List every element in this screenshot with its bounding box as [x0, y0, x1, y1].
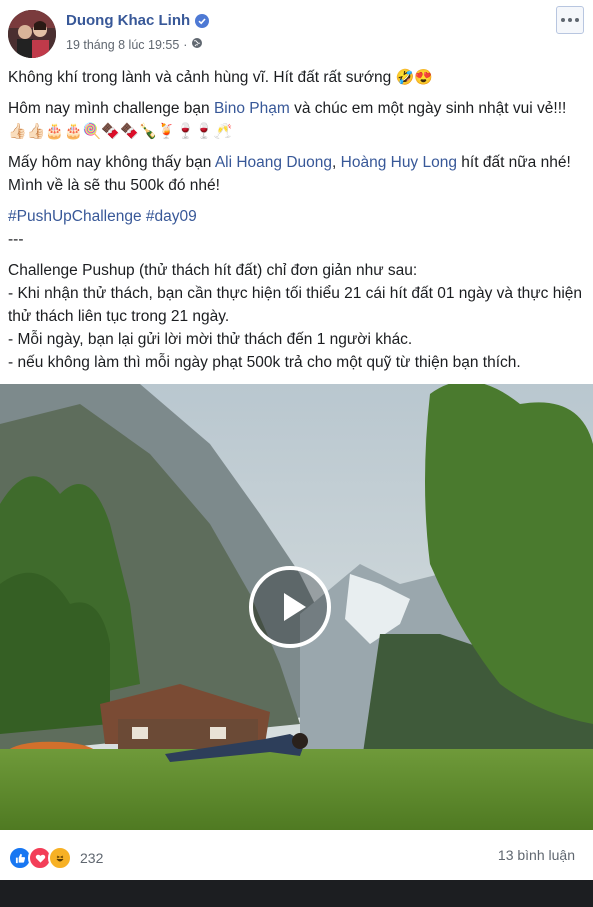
divider-line: ---: [8, 228, 583, 251]
paragraph-3-text-a: Mấy hôm nay không thấy bạn: [8, 154, 215, 171]
rules-intro: Challenge Pushup (thử thách hít đất) chỉ…: [8, 262, 418, 279]
more-options-icon: [561, 18, 579, 22]
haha-icon: [48, 846, 72, 870]
paragraph-2-text-b: và chúc em một ngày sinh nhật vui vẻ!!!: [289, 100, 567, 117]
paragraph-1-text: Không khí trong lành và cảnh hùng vĩ. Hí…: [8, 69, 392, 86]
paragraph-2-text-a: Hôm nay mình challenge bạn: [8, 100, 214, 117]
rule-1: - Khi nhận thử thách, bạn cần thực hiện …: [8, 285, 582, 325]
divider-text: ---: [8, 231, 24, 248]
author-avatar[interactable]: [8, 10, 56, 58]
reaction-count[interactable]: 232: [80, 850, 103, 866]
more-options-button[interactable]: [556, 6, 584, 34]
mention-hoang-huy-long[interactable]: Hoàng Huy Long: [341, 154, 457, 171]
avatar-image: [8, 10, 56, 58]
post-meta: 19 tháng 8 lúc 19:55 ·: [66, 37, 203, 52]
hashtag-day09[interactable]: #day09: [146, 208, 197, 225]
verified-badge-icon: [195, 13, 210, 28]
post-timestamp[interactable]: 19 tháng 8 lúc 19:55: [66, 38, 179, 52]
meta-separator: ·: [183, 37, 188, 52]
hashtags: #PushUpChallenge #day09: [8, 205, 583, 228]
paragraph-2: Hôm nay mình challenge bạn Bino Phạm và …: [8, 97, 583, 143]
author-name-label[interactable]: Duong Khac Linh: [66, 12, 190, 29]
post-text: Không khí trong lành và cảnh hùng vĩ. Hí…: [8, 66, 583, 374]
paragraph-3: Mấy hôm nay không thấy bạn Ali Hoang Duo…: [8, 151, 583, 197]
hashtag-pushupchallenge[interactable]: #PushUpChallenge: [8, 208, 142, 225]
rule-2: - Mỗi ngày, bạn lại gửi lời mời thử thác…: [8, 331, 413, 348]
post-footer: 232 13 bình luận: [0, 830, 593, 880]
laugh-love-emoji-icon: 🤣😍: [395, 69, 433, 86]
post-header: Duong Khac Linh 19 tháng 8 lúc 19:55 ·: [0, 0, 593, 58]
post-card: Duong Khac Linh 19 tháng 8 lúc 19:55 · K…: [0, 0, 593, 880]
play-icon: [284, 593, 306, 621]
mention-ali-hoang-duong[interactable]: Ali Hoang Duong: [215, 154, 332, 171]
mention-separator: ,: [332, 154, 341, 171]
author-name[interactable]: Duong Khac Linh: [66, 12, 210, 29]
globe-icon[interactable]: [191, 37, 203, 52]
paragraph-1: Không khí trong lành và cảnh hùng vĩ. Hí…: [8, 66, 583, 89]
mention-bino-pham[interactable]: Bino Phạm: [214, 100, 290, 117]
rules-block: Challenge Pushup (thử thách hít đất) chỉ…: [8, 259, 583, 374]
reactions-summary[interactable]: 232: [8, 846, 103, 870]
comments-count[interactable]: 13 bình luận: [498, 847, 575, 863]
celebration-emoji-icon: 👍🏻👍🏻🎂🎂🍭🍫🍫🍾🍹🍷🍷🥂: [8, 123, 233, 140]
rule-3: - nếu không làm thì mỗi ngày phạt 500k t…: [8, 354, 521, 371]
